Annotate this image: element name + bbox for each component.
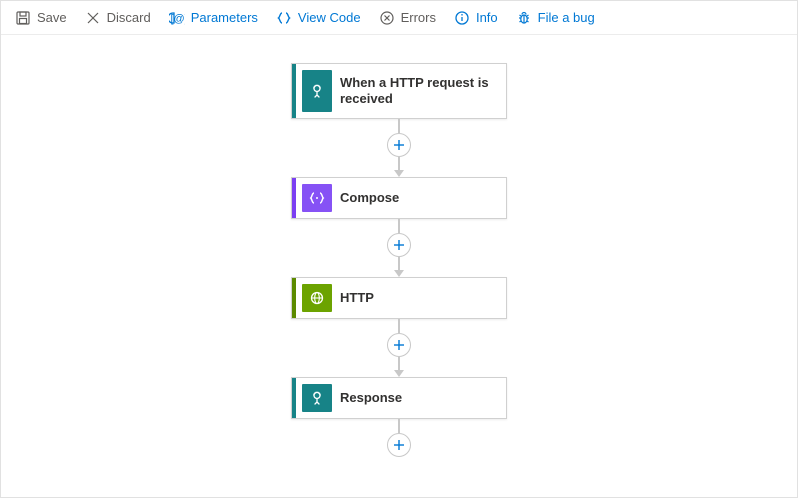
connector xyxy=(387,319,411,377)
discard-button[interactable]: Discard xyxy=(77,2,159,34)
parameters-button[interactable]: [@] Parameters xyxy=(161,2,266,34)
designer-canvas[interactable]: When a HTTP request is received Compose HT… xyxy=(1,35,797,497)
add-step-button[interactable] xyxy=(387,133,411,157)
workflow-node[interactable]: Response xyxy=(291,377,507,419)
add-step-button[interactable] xyxy=(387,233,411,257)
connector xyxy=(387,419,411,457)
discard-label: Discard xyxy=(107,10,151,25)
node-accent-bar xyxy=(292,64,296,118)
workflow-node[interactable]: Compose xyxy=(291,177,507,219)
save-label: Save xyxy=(37,10,67,25)
file-a-bug-button[interactable]: File a bug xyxy=(508,2,603,34)
view-code-button[interactable]: View Code xyxy=(268,2,369,34)
node-label: HTTP xyxy=(340,278,506,318)
arrow-down-icon xyxy=(394,170,404,177)
node-accent-bar xyxy=(292,378,296,418)
node-label: Response xyxy=(340,378,506,418)
node-accent-bar xyxy=(292,178,296,218)
workflow-node[interactable]: When a HTTP request is received xyxy=(291,63,507,119)
request-icon xyxy=(302,384,332,412)
add-step-button[interactable] xyxy=(387,333,411,357)
workflow-flow: When a HTTP request is received Compose HT… xyxy=(291,63,507,457)
errors-button[interactable]: Errors xyxy=(371,2,444,34)
save-icon xyxy=(15,10,31,26)
parameters-label: Parameters xyxy=(191,10,258,25)
arrow-down-icon xyxy=(394,370,404,377)
request-icon xyxy=(302,70,332,112)
save-button[interactable]: Save xyxy=(7,2,75,34)
connector xyxy=(387,119,411,177)
code-icon xyxy=(276,10,292,26)
arrow-down-icon xyxy=(394,270,404,277)
file-a-bug-label: File a bug xyxy=(538,10,595,25)
info-button[interactable]: Info xyxy=(446,2,506,34)
compose-icon xyxy=(302,184,332,212)
svg-text:[@]: [@] xyxy=(170,13,185,25)
info-icon xyxy=(454,10,470,26)
connector xyxy=(387,219,411,277)
errors-label: Errors xyxy=(401,10,436,25)
add-step-button[interactable] xyxy=(387,433,411,457)
workflow-node[interactable]: HTTP xyxy=(291,277,507,319)
bug-icon xyxy=(516,10,532,26)
designer-toolbar: Save Discard [@] Parameters xyxy=(1,1,797,35)
http-icon xyxy=(302,284,332,312)
parameters-icon: [@] xyxy=(169,10,185,26)
node-label: When a HTTP request is received xyxy=(340,64,506,118)
node-label: Compose xyxy=(340,178,506,218)
info-label: Info xyxy=(476,10,498,25)
errors-icon xyxy=(379,10,395,26)
node-accent-bar xyxy=(292,278,296,318)
view-code-label: View Code xyxy=(298,10,361,25)
discard-icon xyxy=(85,10,101,26)
